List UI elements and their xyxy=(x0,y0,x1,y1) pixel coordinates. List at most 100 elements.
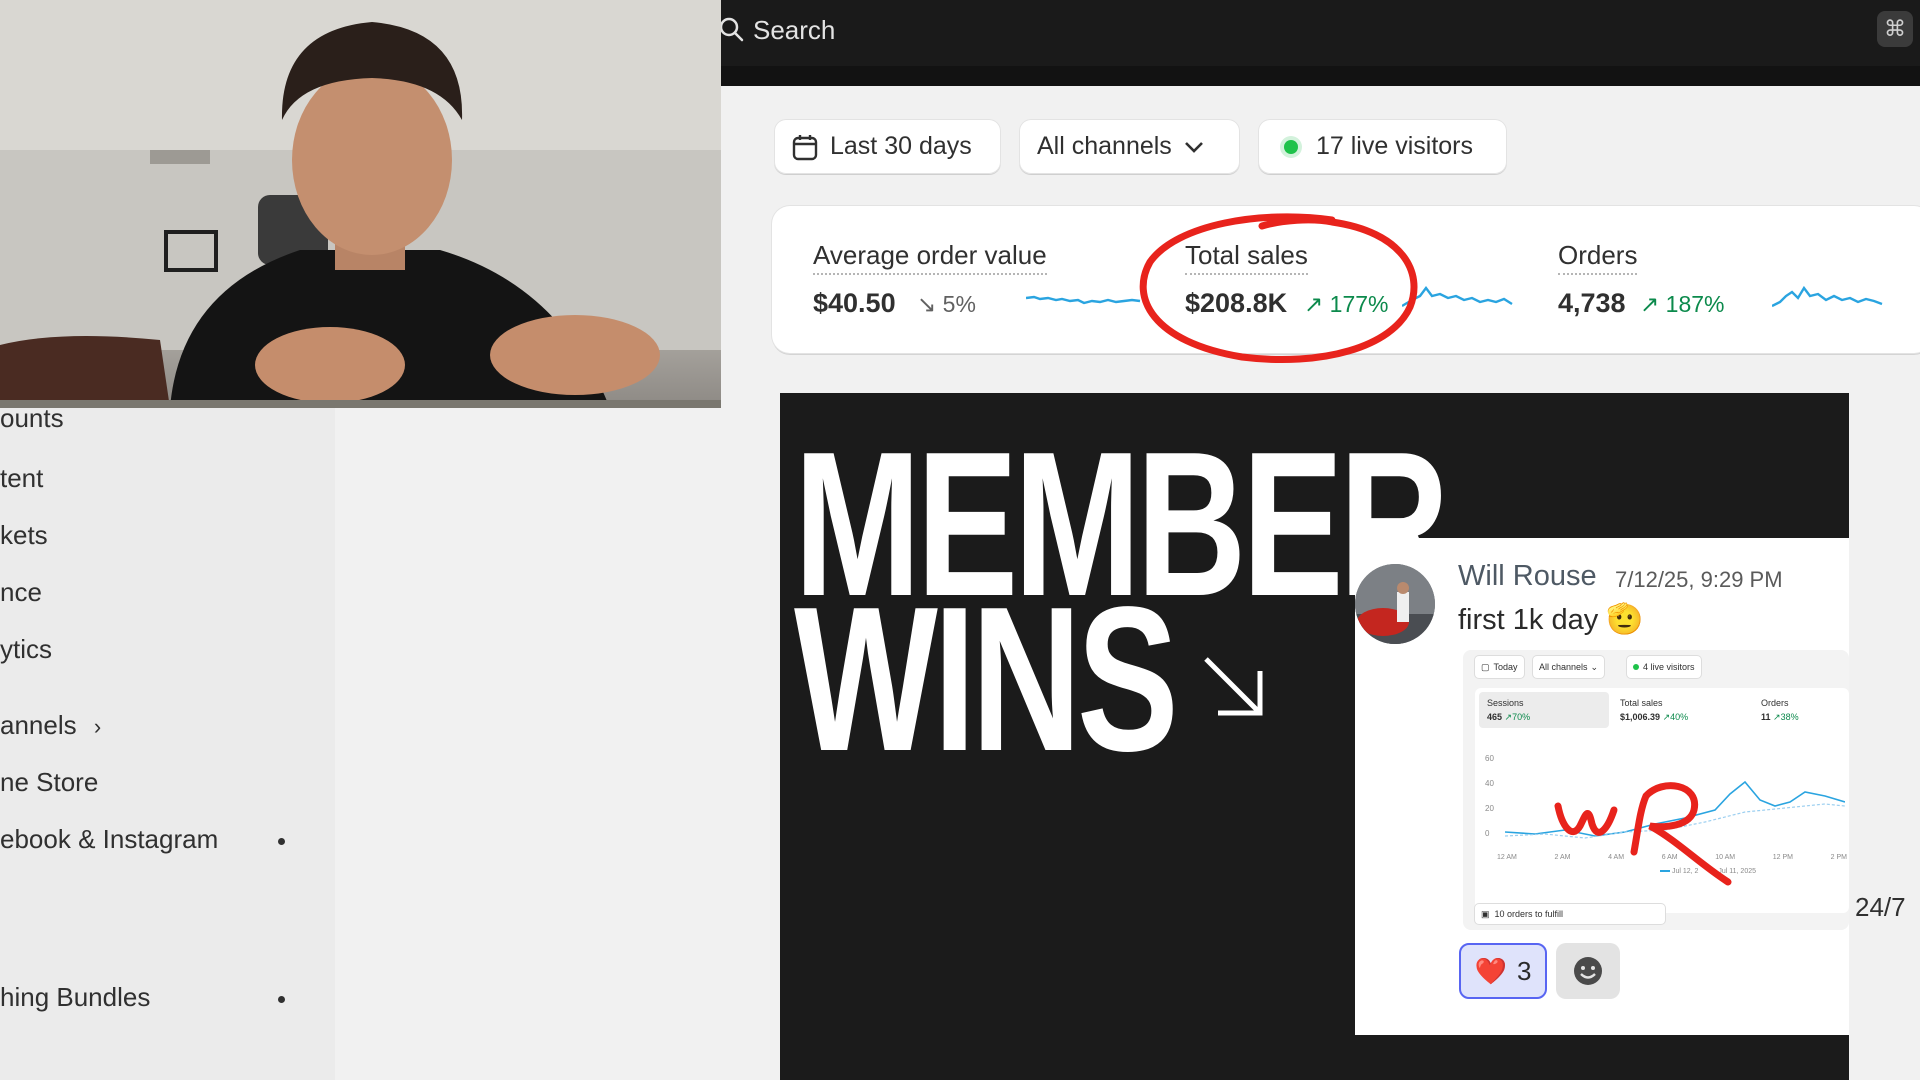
mini-channels-label: All channels xyxy=(1539,662,1588,672)
mini-date-pill: ▢ Today xyxy=(1475,656,1524,678)
arrow-down-right-icon xyxy=(1204,657,1263,716)
nav-facebook-instagram[interactable]: ebook & Instagram xyxy=(0,824,218,855)
calendar-icon: ▢ xyxy=(1481,661,1490,672)
nav-label: kets xyxy=(0,520,48,550)
mini-metric-value: 465 xyxy=(1487,712,1503,722)
mini-metric-title: Orders xyxy=(1761,698,1789,708)
mini-metric-value: 11 xyxy=(1761,712,1771,722)
mini-metric-title: Total sales xyxy=(1620,698,1663,708)
metric-value-aov: $40.50 xyxy=(813,288,896,318)
nav-label: ytics xyxy=(0,634,52,664)
live-indicator-dot xyxy=(1284,139,1298,154)
command-shortcut-badge: ⌘ xyxy=(1877,11,1913,47)
post-timestamp: 7/12/25, 9:29 PM xyxy=(1615,567,1783,592)
webcam-overlay xyxy=(0,0,721,408)
nav-label: ebook & Instagram xyxy=(0,824,219,854)
y-tick: 40 xyxy=(1485,779,1494,788)
mini-channels-pill: All channels ⌄ xyxy=(1533,656,1605,678)
mini-visitors-pill: 4 live visitors xyxy=(1627,656,1701,678)
mini-metric-delta-value: 40% xyxy=(1670,712,1689,722)
mini-metric-row: 11 ↗38% xyxy=(1761,712,1799,723)
chevron-down-icon: ⌄ xyxy=(1590,661,1599,672)
admin-topbar: Search ⌘ xyxy=(721,0,1920,66)
search-input[interactable]: Search xyxy=(753,0,1753,60)
live-indicator-dot xyxy=(1633,664,1639,670)
nav-analytics[interactable]: ytics xyxy=(0,634,52,665)
live-visitors-label: 17 live visitors xyxy=(1316,132,1473,160)
mini-metric-delta-value: 70% xyxy=(1512,712,1531,722)
channels-dropdown[interactable]: All channels xyxy=(1019,119,1240,174)
salute-emoji-icon: 🫡 xyxy=(1606,603,1644,636)
orders-to-fulfill-pill: ▣ 10 orders to fulfill xyxy=(1475,904,1665,924)
sparkline-aov xyxy=(1026,295,1141,305)
search-icon xyxy=(721,17,744,42)
chevron-right-icon: › xyxy=(93,714,102,739)
highlight-circle-annotation xyxy=(1139,213,1418,363)
post-message: first 1k day 🫡 xyxy=(1458,602,1644,637)
community-post: Will Rouse 7/12/25, 9:29 PM first 1k day… xyxy=(1355,538,1849,1035)
metric-delta-value: 187% xyxy=(1665,291,1725,317)
date-range-label: Last 30 days xyxy=(830,132,972,160)
mini-metric-delta-value: 38% xyxy=(1780,712,1799,722)
search-placeholder: Search xyxy=(753,14,836,45)
nav-content[interactable]: tent xyxy=(0,463,43,494)
post-message-text: first 1k day xyxy=(1458,604,1599,636)
arrow-down-right-icon: ↘ xyxy=(917,291,937,317)
x-tick: 12 PM xyxy=(1772,854,1794,861)
mini-metric-value: $1,006.39 xyxy=(1620,712,1661,722)
mini-date-label: Today xyxy=(1493,662,1518,672)
arrow-up-right-icon: ↗ xyxy=(1640,291,1660,317)
nav-label: hing Bundles xyxy=(0,982,151,1012)
add-reaction-button[interactable] xyxy=(1556,943,1620,999)
mini-y-axis: 60 40 20 0 xyxy=(1485,746,1494,846)
calendar-icon xyxy=(792,134,818,160)
metric-delta-value: 5% xyxy=(942,291,976,317)
nav-sales-channels[interactable]: annels › xyxy=(0,710,101,741)
metric-delta-orders: ↗ 187% xyxy=(1640,291,1725,318)
avatar[interactable] xyxy=(1355,564,1435,644)
sparkline-orders xyxy=(1772,285,1883,308)
channels-label: All channels xyxy=(1037,132,1172,160)
command-icon: ⌘ xyxy=(1884,16,1906,41)
mini-visitors-label: 4 live visitors xyxy=(1643,662,1695,672)
date-range-button[interactable]: Last 30 days xyxy=(774,119,1001,174)
chevron-down-icon xyxy=(1184,141,1203,153)
y-tick: 60 xyxy=(1485,754,1494,763)
nav-shipping-bundles[interactable]: hing Bundles xyxy=(0,982,150,1013)
smiley-icon xyxy=(1574,957,1602,985)
metric-title-aov[interactable]: Average order value xyxy=(813,240,1047,275)
nav-online-store[interactable]: ne Store xyxy=(0,767,98,798)
presenter-video-frame xyxy=(0,0,721,408)
nav-label: nce xyxy=(0,577,42,607)
status-dot xyxy=(278,996,285,1003)
banner-title-line2: WINS xyxy=(794,564,1179,794)
orders-to-fulfill-label: 10 orders to fulfill xyxy=(1494,909,1564,919)
status-dot xyxy=(278,838,285,845)
y-tick: 20 xyxy=(1485,804,1494,813)
post-author[interactable]: Will Rouse xyxy=(1458,560,1597,593)
metric-delta-aov: ↘ 5% xyxy=(917,291,976,318)
nav-finance[interactable]: nce xyxy=(0,577,42,608)
mini-metric-title: Sessions xyxy=(1487,698,1524,708)
y-tick: 0 xyxy=(1485,829,1490,838)
metric-title-orders[interactable]: Orders xyxy=(1558,240,1638,275)
avatar-photo xyxy=(1355,564,1435,644)
mini-metric-row: 465 ↗70% xyxy=(1487,712,1530,723)
handwritten-annotation xyxy=(1554,782,1732,886)
nav-label: tent xyxy=(0,463,44,493)
nav-markets[interactable]: kets xyxy=(0,520,48,551)
mini-metric-delta: ↗40% xyxy=(1662,712,1689,722)
reaction-count: 3 xyxy=(1516,955,1532,986)
x-tick: 12 AM xyxy=(1497,854,1517,861)
nav-label: annels xyxy=(0,710,77,740)
heart-reaction-button[interactable]: ❤️ 3 xyxy=(1459,943,1547,999)
mini-metric-delta: ↗70% xyxy=(1504,712,1531,722)
heart-icon: ❤️ xyxy=(1474,955,1507,986)
side-label: 24/7 xyxy=(1855,892,1906,922)
inbox-icon: ▣ xyxy=(1481,908,1490,919)
x-tick: 2 PM xyxy=(1830,854,1847,861)
topbar-divider xyxy=(721,66,1920,86)
live-visitors-button[interactable]: 17 live visitors xyxy=(1258,119,1507,174)
mini-metric-delta: ↗38% xyxy=(1773,712,1799,722)
metric-value-orders: 4,738 xyxy=(1558,288,1626,318)
